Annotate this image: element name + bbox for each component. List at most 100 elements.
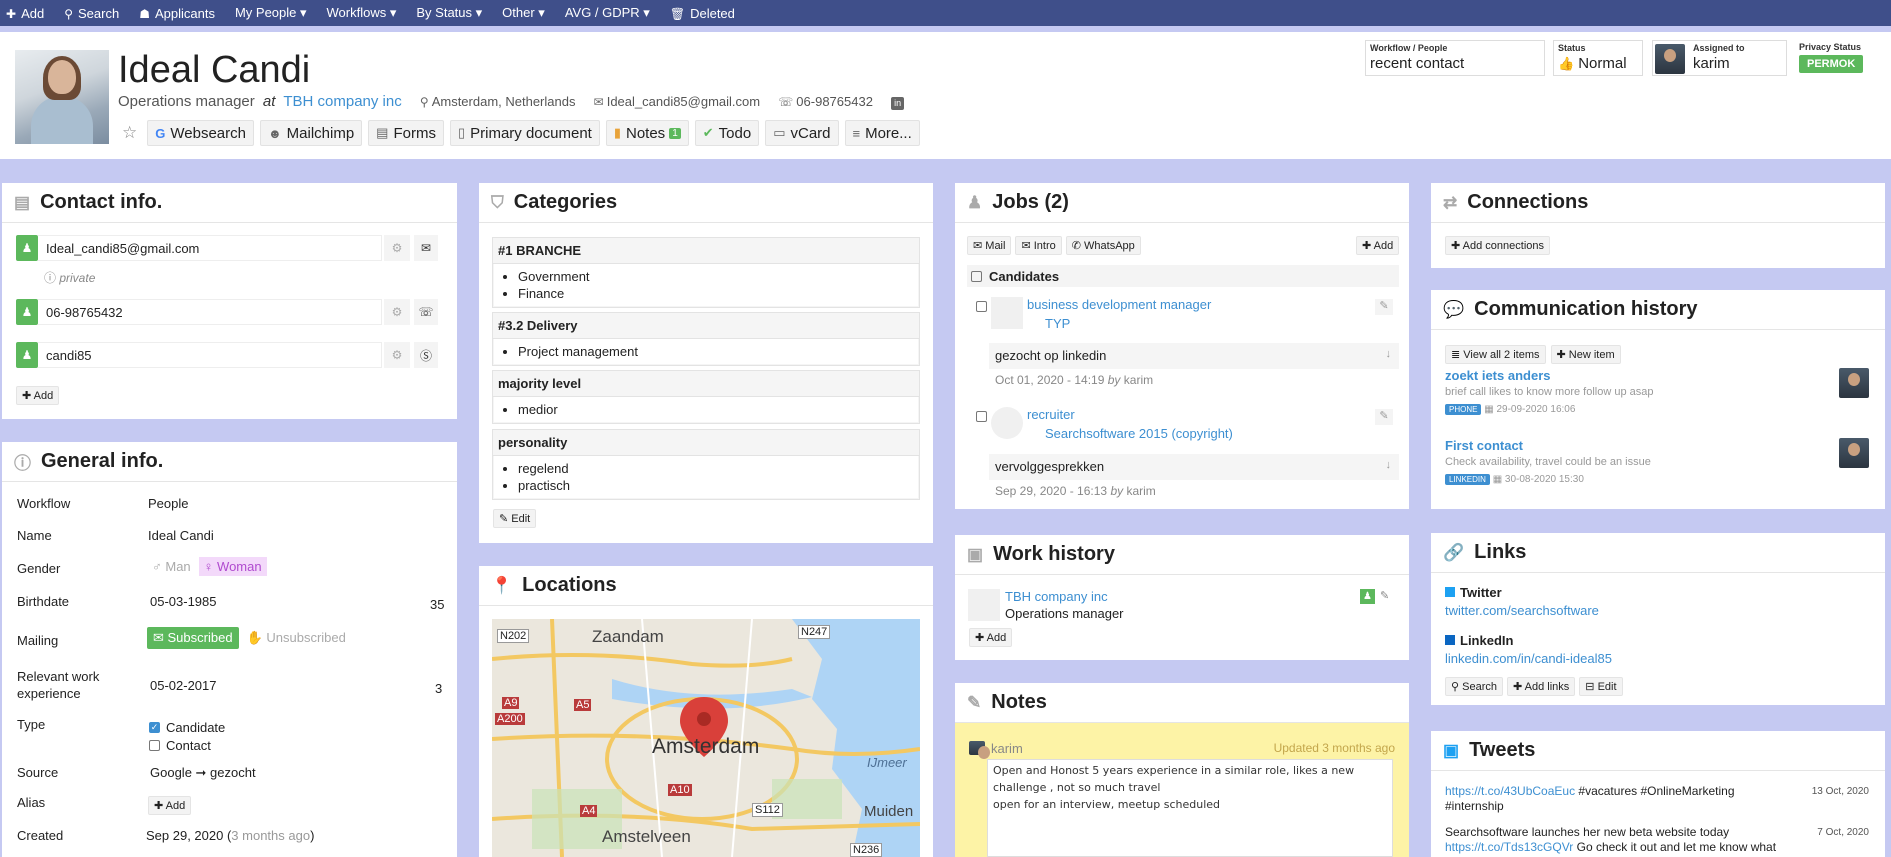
envelope-icon[interactable]: ✉ bbox=[414, 235, 438, 261]
note-icon: ▮ bbox=[613, 125, 621, 140]
edit-links-button[interactable]: ⊟ Edit bbox=[1579, 677, 1623, 696]
edit-work-icon[interactable]: ✎ bbox=[1380, 589, 1389, 602]
intro-button[interactable]: ✉ Intro bbox=[1015, 236, 1062, 255]
map-marker-icon: ⚲ bbox=[419, 95, 429, 109]
nav-my-people[interactable]: My People ▾ bbox=[235, 5, 307, 21]
job-title-link[interactable]: recruiter bbox=[1027, 407, 1075, 422]
nav-deleted[interactable]: 🗑 Deleted bbox=[670, 6, 735, 21]
mailing-label: Mailing bbox=[17, 633, 59, 648]
primary-document-button[interactable]: ▯ Primary document bbox=[449, 120, 600, 146]
skype-icon[interactable]: Ⓢ bbox=[414, 342, 438, 368]
edit-job-icon[interactable]: ✎ bbox=[1375, 409, 1393, 425]
gender-man-option[interactable]: ♂ Man bbox=[148, 557, 195, 576]
mailchimp-button[interactable]: ☻ Mailchimp bbox=[259, 120, 363, 146]
created-ago: 3 months ago bbox=[231, 828, 311, 843]
note-card: karim Updated 3 months ago Open and Hono… bbox=[955, 723, 1409, 857]
location-map[interactable]: Zaandam Amsterdam Amstelveen IJmeer Muid… bbox=[492, 619, 920, 857]
nav-avg-gdpr[interactable]: AVG / GDPR ▾ bbox=[565, 5, 650, 21]
add-connections-button[interactable]: ✚ Add connections bbox=[1445, 236, 1551, 255]
add-work-button[interactable]: ✚ Add bbox=[969, 628, 1013, 647]
gender-woman-option[interactable]: ♀ Woman bbox=[198, 557, 267, 576]
candidate-checkbox[interactable]: ✓ bbox=[149, 721, 160, 733]
company-logo bbox=[991, 407, 1023, 439]
comm-title-link[interactable]: First contact bbox=[1445, 438, 1523, 453]
privacy-box: Privacy Status PERMOK bbox=[1795, 40, 1875, 76]
category-block: majority level medior bbox=[492, 370, 920, 424]
category-block: #3.2 Delivery Project management bbox=[492, 312, 920, 366]
forms-button[interactable]: ▤ Forms bbox=[368, 120, 444, 146]
candidate-subline: Operations manager at TBH company inc ⚲ A… bbox=[118, 93, 905, 110]
select-all-checkbox[interactable] bbox=[971, 270, 982, 282]
job-checkbox[interactable] bbox=[976, 411, 987, 422]
twitter-icon bbox=[1445, 587, 1455, 597]
map-label: Zaandam bbox=[592, 627, 664, 646]
star-icon[interactable]: ☆ bbox=[122, 120, 137, 146]
nav-search[interactable]: ⚲ Search bbox=[64, 6, 119, 21]
status-box[interactable]: Status 👍 Normal bbox=[1553, 40, 1643, 76]
add-links-button[interactable]: ✚ Add links bbox=[1506, 677, 1576, 696]
connections-panel: ⇄ Connections ✚ Add connections bbox=[1431, 183, 1885, 268]
job-company-link[interactable]: TYP bbox=[1045, 316, 1070, 331]
gear-icon[interactable]: ⚙ bbox=[384, 235, 410, 261]
linkedin-icon[interactable]: in bbox=[891, 97, 905, 110]
add-job-button[interactable]: ✚ Add bbox=[1356, 236, 1400, 255]
tweet-link[interactable]: https://t.co/Tds13cGQVr bbox=[1445, 840, 1573, 854]
nav-applicants[interactable]: ☗ Applicants bbox=[139, 6, 215, 21]
subscribed-button[interactable]: ✉ Subscribed bbox=[147, 627, 239, 649]
vcard-button[interactable]: ▭ vCard bbox=[765, 120, 839, 146]
contact-checkbox[interactable] bbox=[149, 739, 160, 751]
company-link[interactable]: TBH company inc bbox=[283, 93, 401, 110]
skype-value[interactable]: candi85 bbox=[38, 342, 382, 368]
privacy-status-badge[interactable]: PERMOK bbox=[1799, 55, 1864, 73]
male-icon: ♂ bbox=[152, 559, 166, 574]
add-alias-button[interactable]: ✚ Add bbox=[148, 796, 192, 815]
gear-icon[interactable]: ⚙ bbox=[384, 342, 410, 368]
view-all-button[interactable]: ≣ View all 2 items bbox=[1445, 345, 1546, 364]
job-checkbox[interactable] bbox=[976, 301, 987, 312]
more-button[interactable]: ≡ More... bbox=[844, 120, 920, 146]
email[interactable]: Ideal_candi85@gmail.com bbox=[607, 94, 760, 109]
panel-title: Links bbox=[1474, 541, 1527, 563]
nav-add[interactable]: ✚ Add bbox=[6, 6, 44, 21]
envelope-icon: ✉ bbox=[1021, 240, 1034, 252]
todo-button[interactable]: ✔ Todo bbox=[694, 120, 760, 146]
comm-title-link[interactable]: zoekt iets anders bbox=[1445, 368, 1551, 383]
new-item-button[interactable]: ✚ New item bbox=[1550, 345, 1621, 364]
shuffle-icon: ⇄ bbox=[1443, 192, 1458, 212]
note-text[interactable]: Open and Honost 5 years experience in a … bbox=[987, 759, 1393, 857]
candidate-photo[interactable] bbox=[15, 50, 109, 144]
nav-by-status[interactable]: By Status ▾ bbox=[416, 5, 482, 21]
edit-job-icon[interactable]: ✎ bbox=[1375, 299, 1393, 315]
work-company-link[interactable]: TBH company inc bbox=[1005, 589, 1108, 604]
nav-workflows[interactable]: Workflows ▾ bbox=[327, 5, 397, 21]
expand-icon[interactable]: ↓ bbox=[1386, 348, 1392, 360]
phone-value[interactable]: 06-98765432 bbox=[38, 299, 382, 325]
assigned-box[interactable]: Assigned to karim bbox=[1652, 40, 1787, 76]
mail-button[interactable]: ✉ Mail bbox=[967, 236, 1012, 255]
job-company-link[interactable]: Searchsoftware 2015 (copyright) bbox=[1045, 426, 1233, 441]
twitter-link[interactable]: twitter.com/searchsoftware bbox=[1445, 603, 1599, 618]
linkedin-link[interactable]: linkedin.com/in/candi-ideal85 bbox=[1445, 651, 1612, 666]
phone[interactable]: 06-98765432 bbox=[796, 94, 873, 109]
workflow-box[interactable]: Workflow / People recent contact bbox=[1365, 40, 1545, 76]
plus-icon: ✚ bbox=[1451, 240, 1463, 252]
expand-icon[interactable]: ↓ bbox=[1386, 459, 1392, 471]
email-value[interactable]: Ideal_candi85@gmail.com bbox=[38, 235, 382, 261]
nav-other[interactable]: Other ▾ bbox=[502, 5, 545, 21]
unsubscribed-button[interactable]: ✋ Unsubscribed bbox=[247, 630, 346, 646]
websearch-button[interactable]: G Websearch bbox=[147, 120, 254, 146]
candidates-header: Candidates bbox=[989, 268, 1060, 284]
phone-tag: PHONE bbox=[1445, 404, 1482, 415]
whatsapp-button[interactable]: ✆ WhatsApp bbox=[1065, 236, 1141, 255]
phone-icon[interactable]: ☏ bbox=[414, 299, 438, 325]
job-title-link[interactable]: business development manager bbox=[1027, 297, 1211, 312]
panel-title: Locations bbox=[522, 574, 617, 596]
gear-icon[interactable]: ⚙ bbox=[384, 299, 410, 325]
linkedin-icon bbox=[1445, 635, 1455, 645]
notes-button[interactable]: ▮ Notes 1 bbox=[605, 120, 689, 146]
tweet-date: 7 Oct, 2020 bbox=[1817, 827, 1869, 838]
search-links-button[interactable]: ⚲ Search bbox=[1445, 677, 1503, 696]
tweet-link[interactable]: https://t.co/43UbCoaEuc bbox=[1445, 784, 1575, 798]
add-contact-button[interactable]: ✚ Add bbox=[16, 386, 60, 405]
edit-categories-button[interactable]: ✎ Edit bbox=[493, 509, 537, 528]
